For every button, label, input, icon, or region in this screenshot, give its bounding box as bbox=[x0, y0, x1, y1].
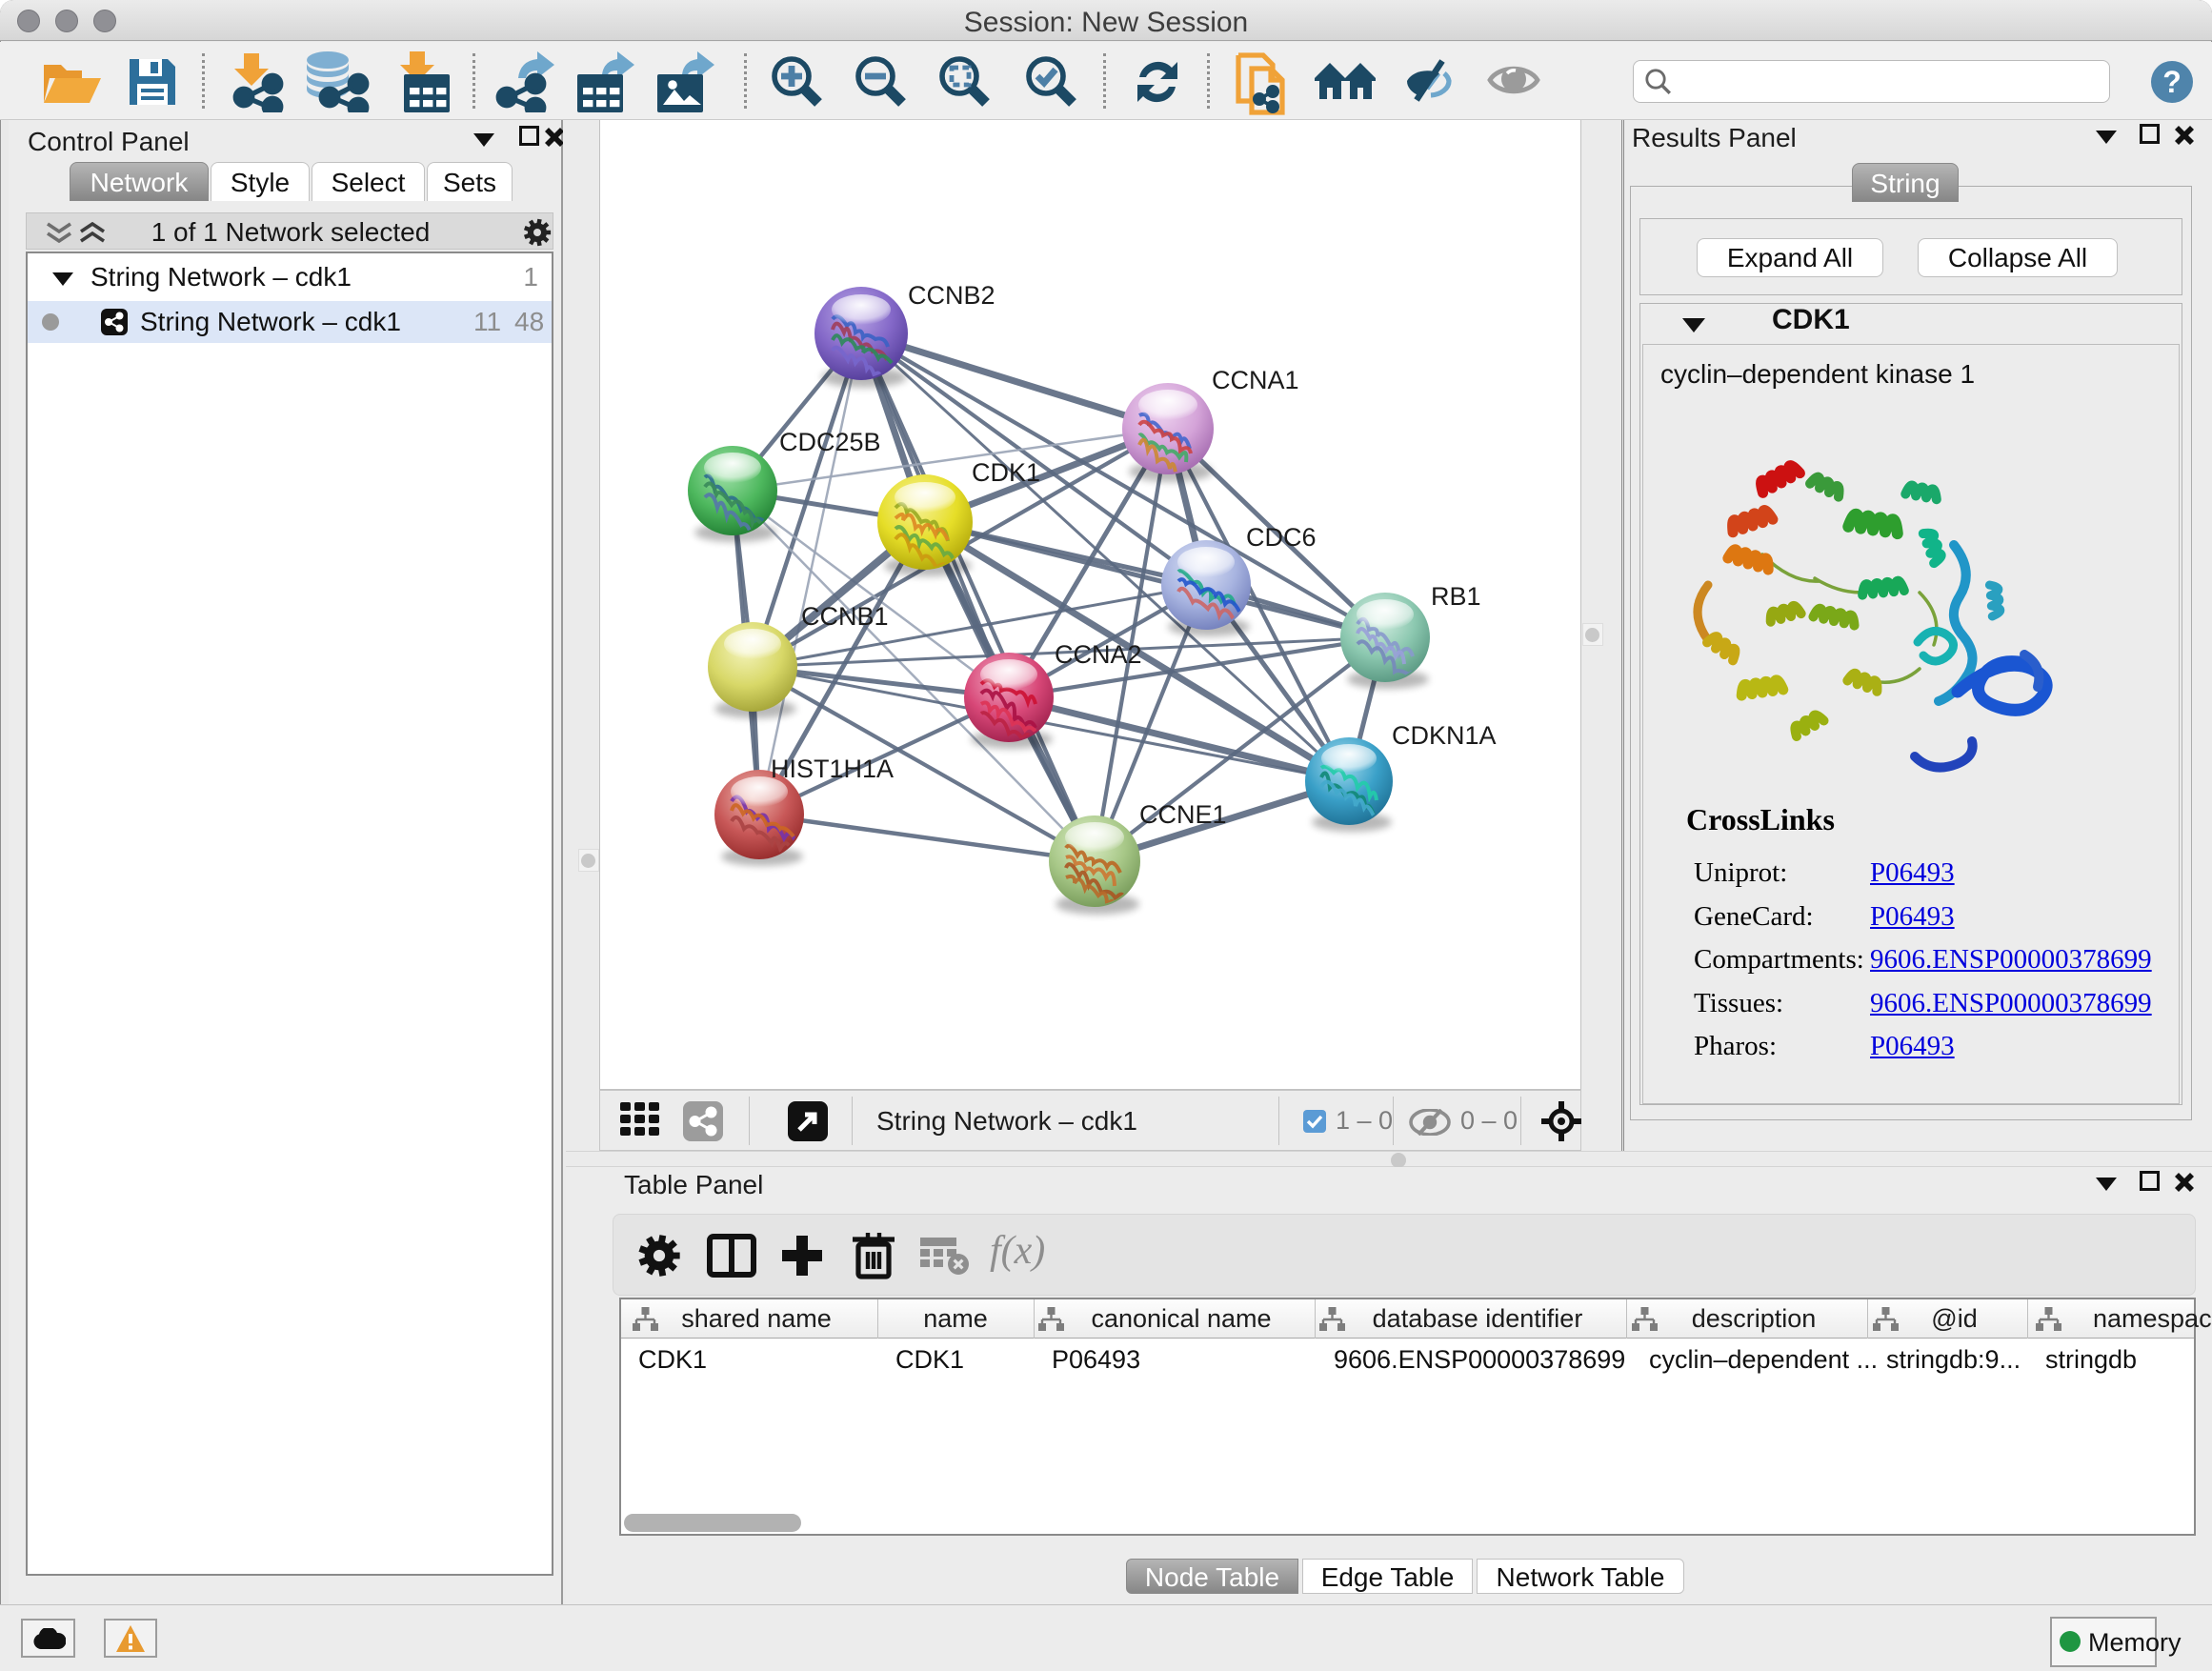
svg-text:RB1: RB1 bbox=[1431, 582, 1481, 611]
svg-text:CCNB2: CCNB2 bbox=[908, 281, 995, 310]
svg-text:CCNA1: CCNA1 bbox=[1212, 366, 1299, 394]
svg-text:CDKN1A: CDKN1A bbox=[1392, 721, 1497, 750]
svg-text:CDC25B: CDC25B bbox=[779, 428, 881, 456]
svg-text:?: ? bbox=[2162, 65, 2182, 99]
svg-text:CDC6: CDC6 bbox=[1246, 523, 1317, 552]
svg-text:CCNA2: CCNA2 bbox=[1055, 640, 1142, 669]
svg-text:CCNB1: CCNB1 bbox=[801, 602, 889, 631]
svg-text:CCNE1: CCNE1 bbox=[1139, 800, 1227, 829]
svg-text:HIST1H1A: HIST1H1A bbox=[771, 755, 894, 783]
svg-text:CDK1: CDK1 bbox=[972, 458, 1040, 487]
